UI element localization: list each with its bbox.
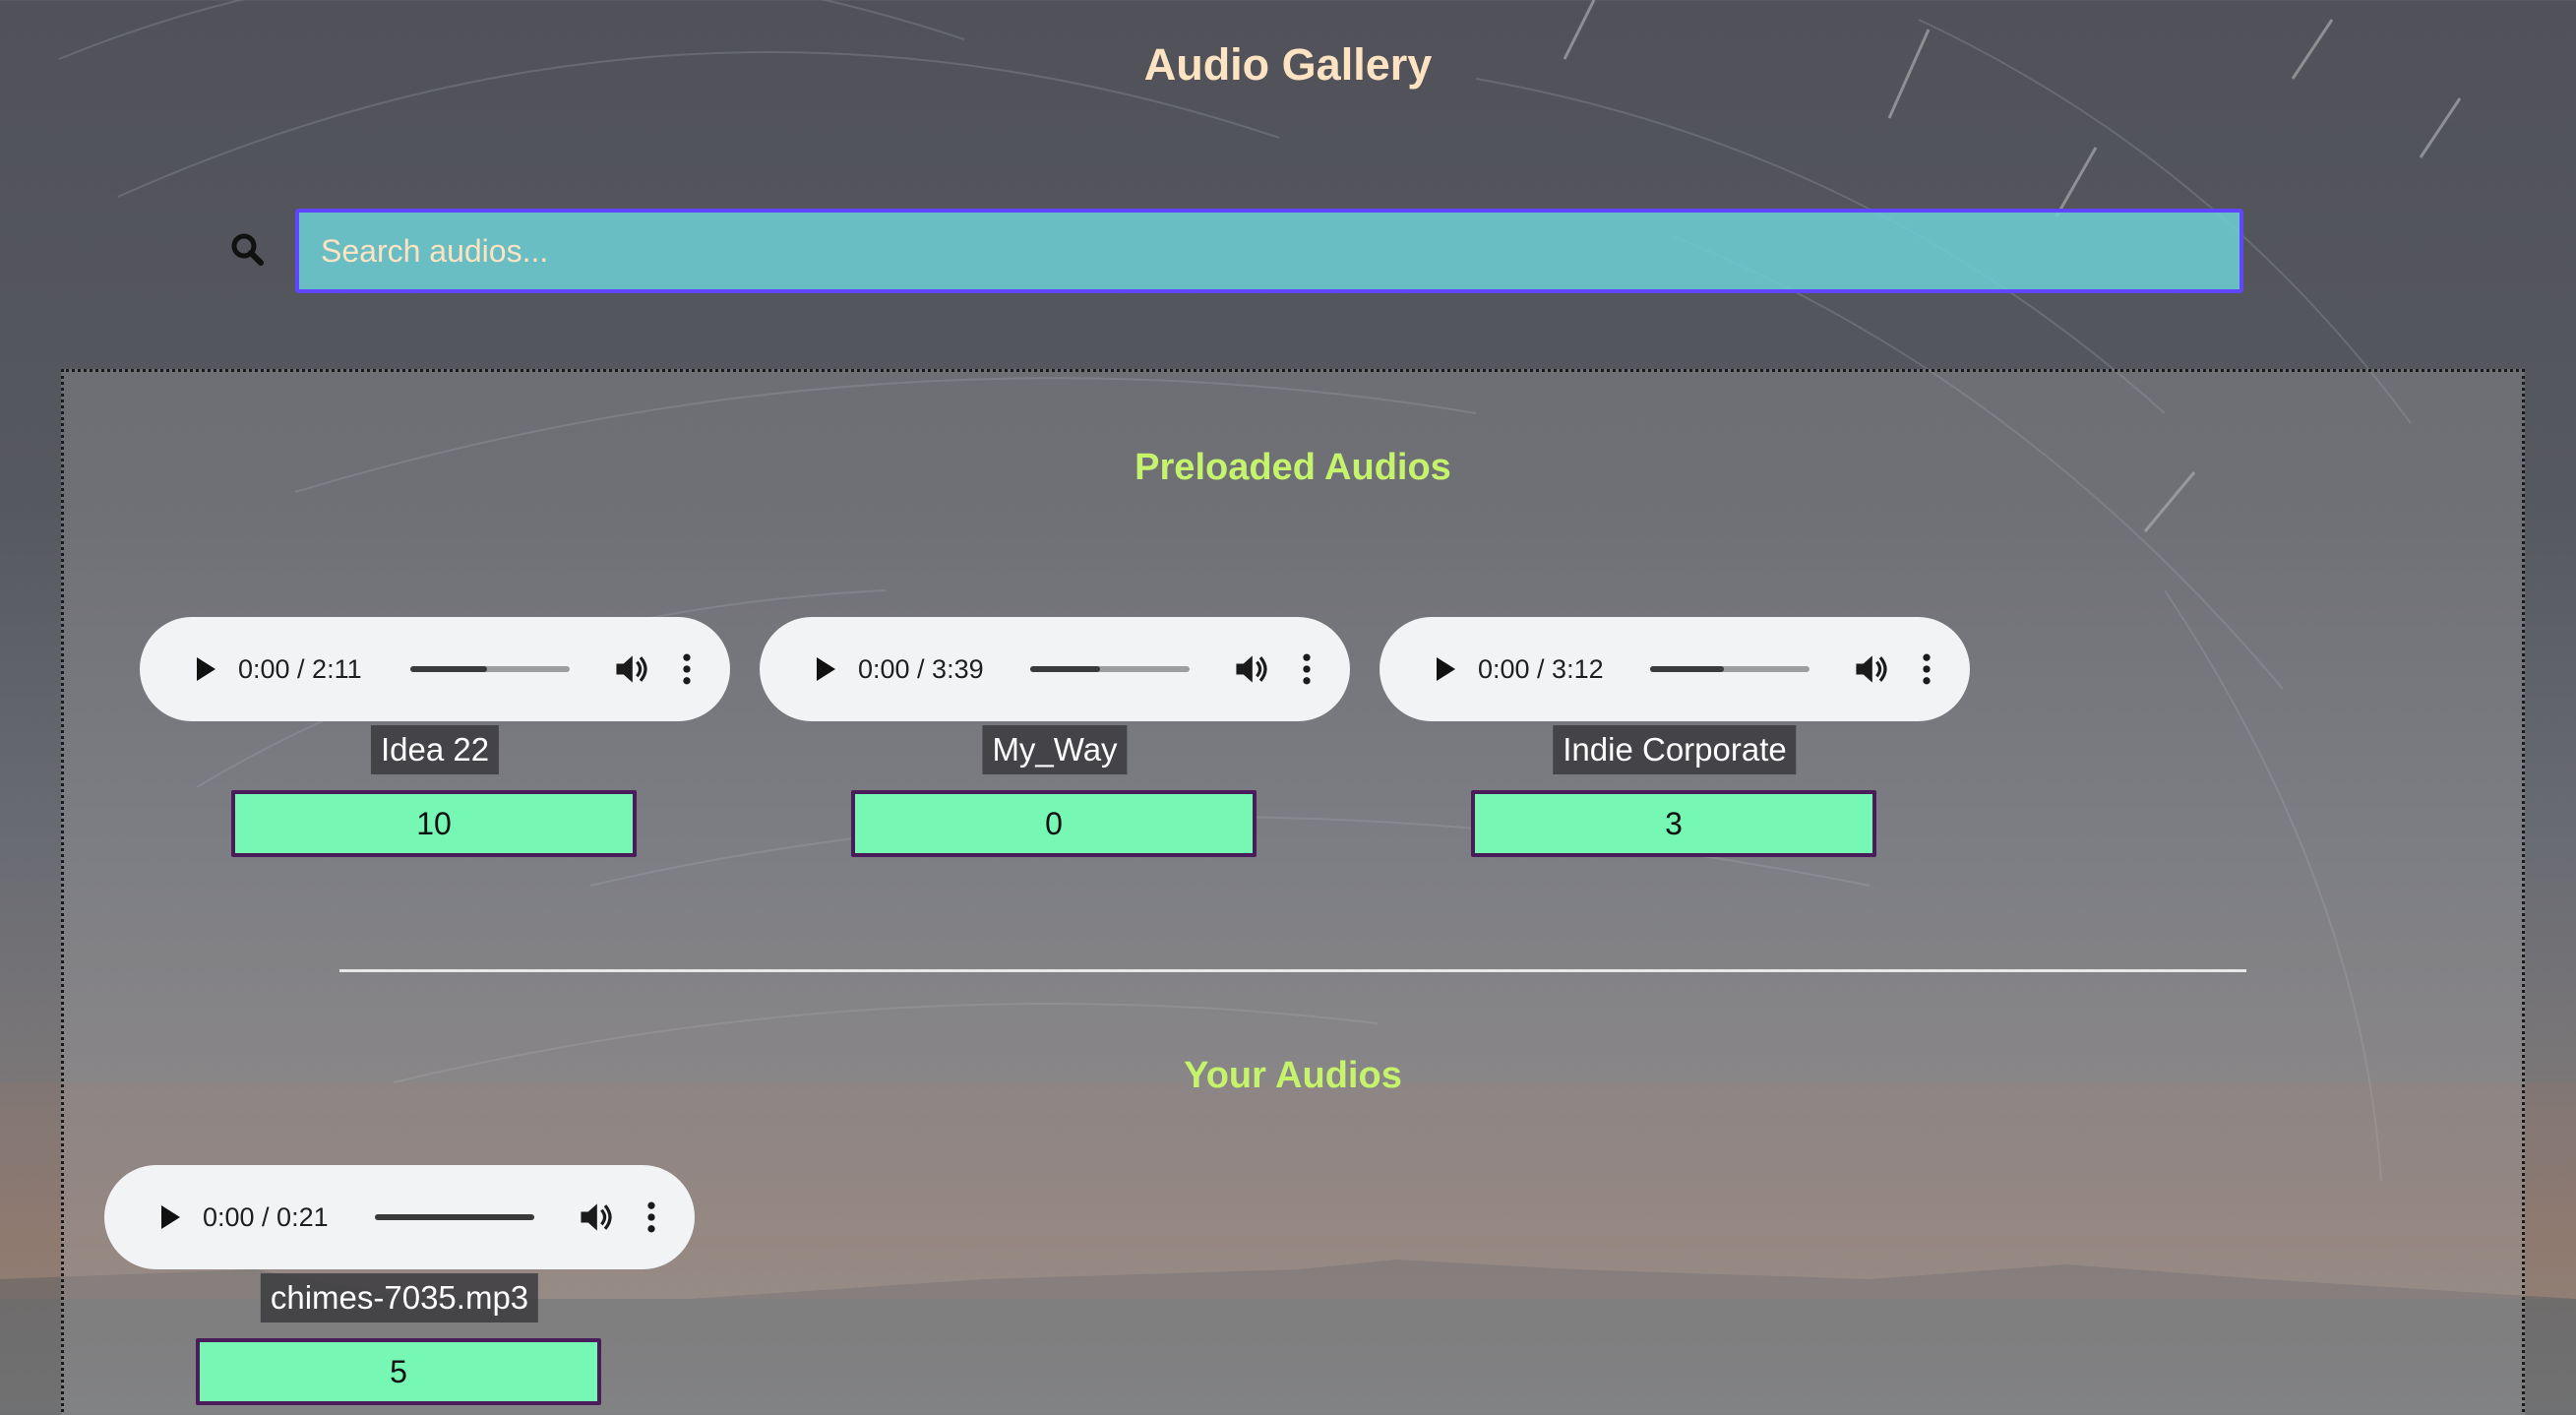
time-display: 0:00 / 0:21 <box>203 1201 329 1232</box>
search-input[interactable] <box>295 209 2243 293</box>
audio-card: 0:00 / 3:12 Indie Corporate <box>1380 617 1970 873</box>
track-name: Idea 22 <box>370 725 500 774</box>
time-display: 0:00 / 3:39 <box>858 653 984 684</box>
seek-bar-buffered <box>410 666 487 672</box>
seek-bar[interactable] <box>1030 666 1190 672</box>
seek-bar-buffered <box>375 1214 534 1220</box>
audio-card: 0:00 / 3:39 My_Way <box>760 617 1350 873</box>
play-icon[interactable] <box>1415 642 1470 697</box>
play-count-field[interactable] <box>1471 790 1876 857</box>
audio-player[interactable]: 0:00 / 2:11 <box>140 617 730 721</box>
volume-icon[interactable] <box>574 1196 617 1239</box>
play-icon[interactable] <box>795 642 850 697</box>
play-icon[interactable] <box>140 1190 195 1245</box>
volume-icon[interactable] <box>1849 647 1892 691</box>
page-title: Audio Gallery <box>1143 39 1433 90</box>
section-divider <box>339 969 2246 972</box>
track-name: Indie Corporate <box>1553 725 1797 774</box>
audio-card: 0:00 / 0:21 chimes-7035.mp3 <box>104 1165 695 1415</box>
time-display: 0:00 / 3:12 <box>1478 653 1604 684</box>
search-icon <box>228 230 268 270</box>
search-bar <box>228 209 2247 293</box>
play-icon[interactable] <box>175 642 230 697</box>
track-name: chimes-7035.mp3 <box>260 1273 539 1323</box>
seek-bar-buffered <box>1650 666 1724 672</box>
seek-bar[interactable] <box>410 666 570 672</box>
play-count-field[interactable] <box>231 790 637 857</box>
play-count-field[interactable] <box>196 1338 601 1405</box>
volume-icon[interactable] <box>609 647 652 691</box>
audio-card: 0:00 / 2:11 Idea 22 <box>140 617 730 873</box>
seek-bar-buffered <box>1030 666 1101 672</box>
more-vert-icon[interactable] <box>1292 647 1321 691</box>
time-display: 0:00 / 2:11 <box>238 653 362 684</box>
volume-icon[interactable] <box>1229 647 1272 691</box>
your-audios-section-title: Your Audios <box>1184 1055 1402 1096</box>
seek-bar[interactable] <box>1650 666 1809 672</box>
audio-player[interactable]: 0:00 / 0:21 <box>104 1165 695 1269</box>
audio-player[interactable]: 0:00 / 3:39 <box>760 617 1350 721</box>
seek-bar[interactable] <box>375 1214 534 1220</box>
more-vert-icon[interactable] <box>1912 647 1941 691</box>
audio-gallery-panel: Preloaded Audios 0:00 / 2:11 Idea 22 0:0… <box>61 369 2525 1415</box>
more-vert-icon[interactable] <box>637 1196 666 1239</box>
track-name: My_Way <box>982 725 1128 774</box>
play-count-field[interactable] <box>851 790 1257 857</box>
audio-player[interactable]: 0:00 / 3:12 <box>1380 617 1970 721</box>
more-vert-icon[interactable] <box>672 647 702 691</box>
preloaded-section-title: Preloaded Audios <box>1135 447 1451 488</box>
